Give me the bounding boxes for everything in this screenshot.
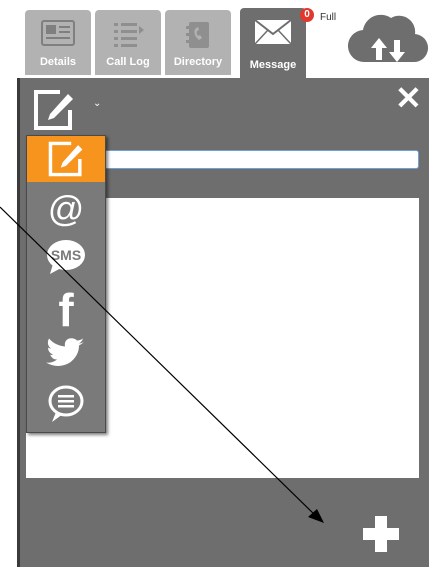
dropdown-item-chat[interactable] — [27, 380, 105, 426]
compose-icon[interactable] — [32, 88, 76, 132]
message-type-dropdown: @ SMS f — [26, 135, 106, 433]
tab-label: Message — [249, 59, 297, 71]
dropdown-item-sms[interactable]: SMS — [27, 234, 105, 280]
tab-label: Details — [39, 56, 77, 68]
svg-text:@: @ — [48, 190, 85, 229]
list-icon — [114, 23, 144, 47]
chat-bubble-icon — [48, 385, 84, 422]
chevron-down-icon[interactable]: ⌄ — [93, 98, 101, 109]
message-panel: Details Call Log Directory Message 0 Ful… — [17, 0, 429, 567]
svg-text:SMS: SMS — [51, 247, 81, 263]
envelope-icon — [254, 19, 292, 45]
tab-directory[interactable]: Directory — [165, 10, 231, 75]
svg-text:f: f — [58, 286, 74, 330]
tab-label: Call Log — [106, 56, 150, 68]
compose-icon — [48, 141, 83, 177]
cloud-sync-icon[interactable] — [347, 4, 429, 74]
facebook-icon: f — [58, 286, 74, 330]
tab-details[interactable]: Details — [25, 10, 91, 75]
tab-label: Directory — [173, 56, 223, 68]
dropdown-item-facebook[interactable]: f — [27, 282, 105, 330]
close-button[interactable]: ✕ — [395, 82, 422, 114]
tab-bar: Details Call Log Directory Message 0 Ful… — [17, 0, 429, 78]
dropdown-item-twitter[interactable] — [27, 332, 105, 378]
dropdown-item-compose[interactable] — [27, 136, 105, 182]
plus-icon[interactable] — [361, 514, 401, 554]
phonebook-icon — [186, 22, 209, 48]
contact-card-icon — [41, 20, 75, 46]
tab-message[interactable]: Message — [240, 8, 306, 78]
dropdown-item-email[interactable]: @ — [27, 186, 105, 232]
message-count-badge: 0 — [300, 8, 314, 22]
sms-icon: SMS — [47, 240, 85, 274]
storage-status-text: Full — [320, 12, 337, 23]
tab-call-log[interactable]: Call Log — [95, 10, 161, 75]
email-at-icon: @ — [48, 190, 85, 229]
twitter-icon — [46, 338, 84, 366]
